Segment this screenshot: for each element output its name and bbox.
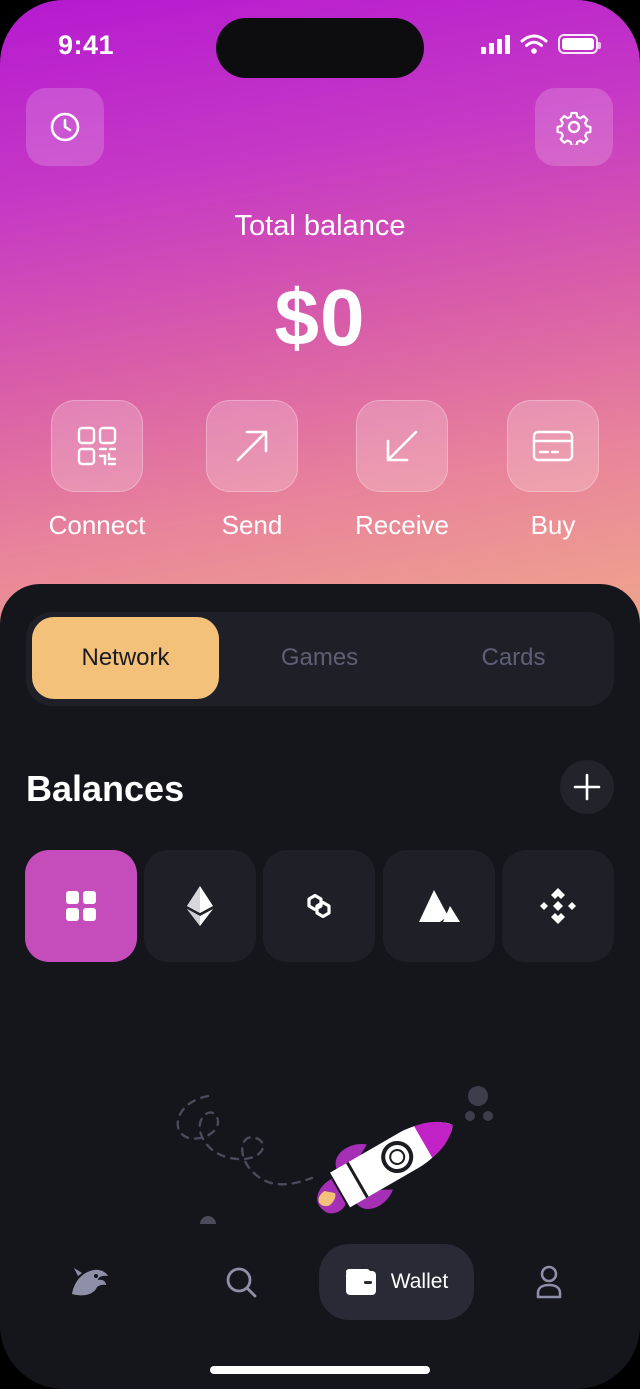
balance-header: 9:41 Total balance $0 Connect Send Recei… [0,0,640,640]
total-balance-label: Total balance [234,210,406,242]
avalanche-icon [419,890,460,922]
connect-label: Connect [48,510,146,540]
bottom-nav: Wallet [0,1244,640,1324]
receive-label: Receive [355,510,449,540]
gear-icon [556,111,592,145]
balances-title: Balances [26,768,185,809]
ethereum-icon [187,886,213,926]
tab-games[interactable]: Games [226,617,413,699]
signal-icon [481,34,510,54]
dragon-logo-icon [72,1268,108,1296]
connect-tile[interactable] [51,400,143,492]
network-all-button[interactable] [25,850,137,962]
qr-code-icon [77,426,117,466]
wallet-sheet: Network Games Cards Balances Wallet [0,584,640,1389]
network-bnb-button[interactable] [502,850,614,962]
nav-wallet-label: Wallet [390,1270,449,1293]
battery-icon [558,34,601,54]
buy-label: Buy [530,510,576,540]
receive-button[interactable]: Receive [322,400,482,541]
tab-network[interactable]: Network [32,617,219,699]
phone-screen: 9:41 Total balance $0 Connect Send Recei… [0,0,640,1389]
nav-home[interactable] [56,1244,122,1320]
receive-tile[interactable] [356,400,448,492]
search-icon [226,1267,257,1298]
nav-profile[interactable] [516,1244,582,1320]
nav-search[interactable] [208,1244,274,1320]
total-balance-value: $0 [274,273,366,362]
settings-button[interactable] [535,88,613,166]
network-ethereum-button[interactable] [144,850,256,962]
wifi-icon [520,34,548,54]
network-avalanche-button[interactable] [383,850,495,962]
status-time: 9:41 [58,30,115,60]
buy-button[interactable]: Buy [473,400,633,541]
profile-icon [536,1265,562,1299]
send-button[interactable]: Send [172,400,332,541]
all-networks-icon [66,891,96,921]
arrow-up-right-icon [236,430,268,462]
network-filter [25,850,615,962]
send-label: Send [221,510,283,540]
card-icon [532,430,574,462]
nav-wallet[interactable]: Wallet [319,1244,474,1320]
arrow-down-left-icon [386,430,418,462]
bnb-icon [540,888,576,924]
network-polygon-button[interactable] [263,850,375,962]
status-bar: 9:41 [0,0,640,90]
status-icons [481,34,601,54]
polygon-icon [307,893,331,919]
home-indicator[interactable] [210,1366,430,1374]
history-button[interactable] [26,88,104,166]
quick-actions: Connect Send Receive Buy [0,400,640,560]
tab-cards[interactable]: Cards [420,617,607,699]
rocket-illustration [176,1086,493,1224]
plus-icon [573,773,601,801]
category-tabs: Network Games Cards [26,612,614,706]
connect-button[interactable]: Connect [17,400,177,541]
dynamic-island [216,18,424,78]
wallet-icon [345,1269,376,1295]
buy-tile[interactable] [507,400,599,492]
clock-icon [50,112,80,142]
send-tile[interactable] [206,400,298,492]
empty-state-rocket [160,1074,520,1244]
add-network-button[interactable] [560,760,614,814]
